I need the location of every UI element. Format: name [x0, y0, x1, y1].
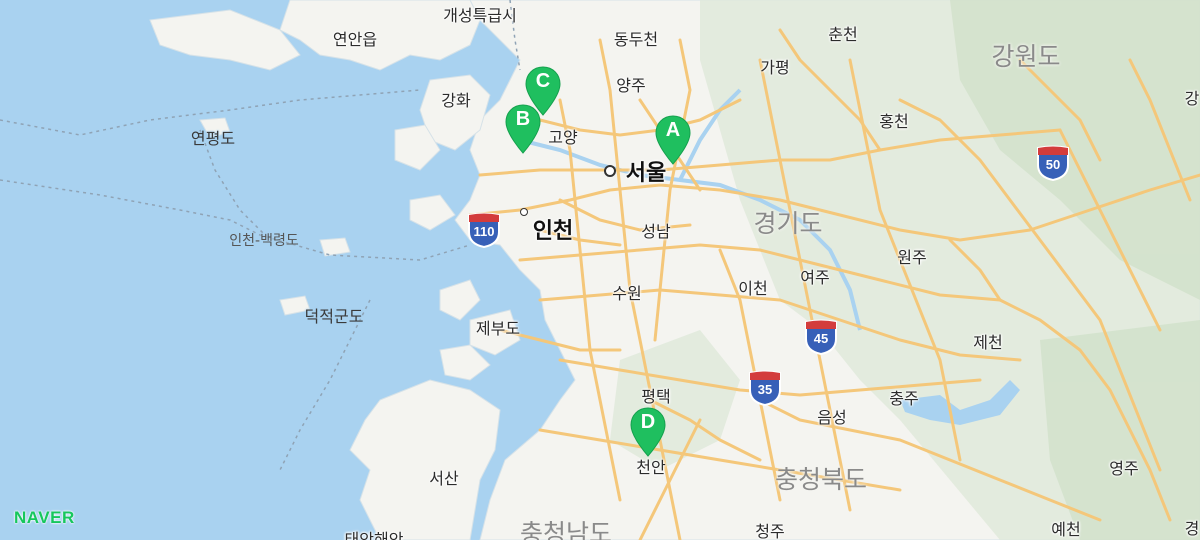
label-seongnam: 성남	[641, 222, 671, 241]
label-cheonan: 천안	[636, 458, 666, 477]
map-marker-d[interactable]: D	[628, 406, 668, 458]
label-hongcheon: 홍천	[879, 112, 909, 131]
highway-shield-45: 45	[803, 319, 839, 355]
label-deokjeok: 덕적군도	[304, 307, 364, 326]
label-yeoju: 여주	[800, 268, 830, 287]
label-yeongju: 영주	[1109, 459, 1139, 478]
label-eumseong: 음성	[817, 408, 847, 427]
label-seoul: 서울	[625, 161, 667, 186]
label-incheon: 인천	[532, 219, 574, 244]
label-gyeonggi: 경기도	[753, 209, 823, 238]
highway-shield-110: 110	[466, 212, 502, 248]
highway-number: 35	[757, 382, 773, 397]
label-chungju: 충주	[889, 389, 919, 408]
label-chungbuk: 충청북도	[774, 465, 868, 494]
map-view[interactable]: A C B D 110 50 45 35 개성특급시 연안읍 동두천 춘천 강원…	[0, 0, 1200, 540]
highway-number: 45	[813, 331, 829, 346]
label-yeonpyeong: 연평도	[190, 129, 236, 148]
seoul-capital-dot-icon	[604, 165, 616, 177]
highway-shield-35: 35	[747, 370, 783, 406]
label-chungnam: 충청남도	[519, 519, 613, 540]
map-marker-b[interactable]: B	[503, 103, 543, 155]
label-dongducheon: 동두천	[613, 30, 659, 49]
label-cheongju: 청주	[755, 522, 785, 540]
naver-logo[interactable]: NAVER	[14, 508, 75, 528]
label-gangwon: 강원도	[991, 42, 1061, 71]
label-yeonan: 연안읍	[332, 30, 378, 49]
label-taean: 태안해안	[344, 530, 404, 540]
map-base-layer	[0, 0, 1200, 540]
highway-number: 110	[473, 224, 495, 239]
label-yangju: 양주	[616, 76, 646, 95]
highway-shield-50: 50	[1035, 145, 1071, 181]
marker-letter: D	[640, 411, 656, 433]
highway-number: 50	[1045, 157, 1061, 172]
label-pyeongtaek: 평택	[641, 387, 671, 406]
marker-letter: A	[665, 119, 681, 141]
label-yecheon: 예천	[1051, 520, 1081, 539]
label-ganghwa: 강화	[441, 91, 471, 110]
marker-letter: B	[515, 108, 531, 130]
label-gapyeong: 가평	[760, 58, 790, 77]
label-jecheon: 제천	[973, 333, 1003, 352]
label-icheon: 이천	[738, 279, 768, 298]
incheon-dot-icon	[520, 208, 528, 216]
label-suwon: 수원	[612, 284, 642, 303]
label-kaesong: 개성특급시	[443, 6, 517, 25]
marker-letter: C	[535, 70, 551, 92]
label-wonju: 원주	[897, 248, 927, 267]
label-gyeong-edge: 경	[1184, 519, 1200, 538]
label-chuncheon: 춘천	[828, 25, 858, 44]
label-goyang: 고양	[548, 128, 578, 147]
label-seosan: 서산	[429, 469, 459, 488]
label-incheon-baengnyeong: 인천-백령도	[229, 233, 299, 249]
label-gang-edge: 강	[1184, 89, 1200, 108]
label-jebu: 제부도	[475, 319, 521, 338]
